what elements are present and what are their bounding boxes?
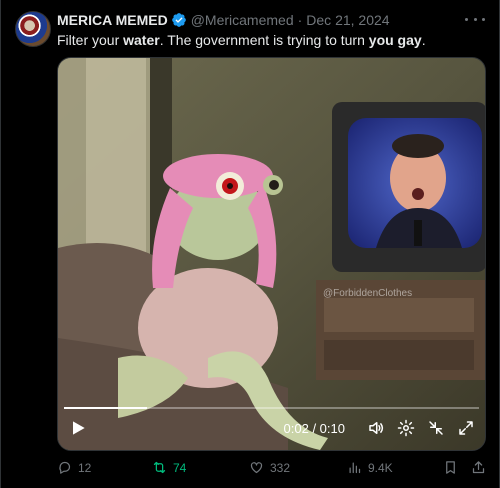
reply-icon <box>59 461 71 474</box>
views-count: 9.4K <box>368 460 393 475</box>
repost-icon <box>153 461 166 474</box>
video-watermark: @ForbiddenClothes <box>323 288 412 299</box>
tweet-text-segment: Filter your <box>57 32 124 48</box>
separator-dot: · <box>297 12 303 28</box>
like-icon <box>250 462 263 474</box>
like-button[interactable]: 332 <box>249 460 290 475</box>
tweet-date[interactable]: Dec 21, 2024 <box>306 12 389 28</box>
share-button[interactable] <box>471 460 492 475</box>
views-button[interactable]: 9.4K <box>347 460 393 475</box>
share-icon <box>472 461 485 474</box>
fullscreen-exit-icon[interactable] <box>427 419 445 437</box>
video-controls: 0:02 / 0:10 <box>58 406 485 450</box>
tweet-text-bold-you-gay: you gay <box>368 32 422 48</box>
volume-icon[interactable] <box>367 419 385 437</box>
video-player[interactable]: @ForbiddenClothes 0:02 / 0:10 <box>57 57 486 451</box>
action-bar: 12 74 332 9.4K <box>57 460 487 478</box>
like-count: 332 <box>270 460 291 475</box>
video-time: 0:02 / 0:10 <box>283 420 345 436</box>
repost-count: 74 <box>173 460 187 475</box>
settings-icon[interactable] <box>397 419 415 437</box>
verified-badge-icon <box>171 13 186 27</box>
tweet-text: Filter your water. The government is try… <box>57 31 426 49</box>
author-name[interactable]: MERICA MEMED <box>57 12 168 28</box>
avatar[interactable] <box>15 11 51 47</box>
repost-button[interactable]: 74 <box>152 460 186 475</box>
video-frame: @ForbiddenClothes <box>58 58 485 450</box>
tweet-header: MERICA MEMED @Mericamemed · Dec 21, 2024 <box>57 11 390 29</box>
tweet-text-bold-water: water <box>123 32 160 48</box>
play-icon[interactable] <box>68 418 88 438</box>
bookmark-button[interactable] <box>443 460 464 475</box>
bookmark-icon <box>446 461 455 474</box>
tweet-text-segment: . The government is trying to turn <box>159 32 369 48</box>
expand-icon[interactable] <box>457 419 475 437</box>
tweet-text-segment: . <box>421 32 426 48</box>
author-handle[interactable]: @Mericamemed <box>191 12 294 28</box>
reply-count: 12 <box>78 460 92 475</box>
tweet[interactable]: MERICA MEMED @Mericamemed · Dec 21, 2024… <box>0 0 500 488</box>
views-icon <box>349 462 361 474</box>
reply-button[interactable]: 12 <box>57 460 91 475</box>
more-icon[interactable] <box>465 10 485 28</box>
